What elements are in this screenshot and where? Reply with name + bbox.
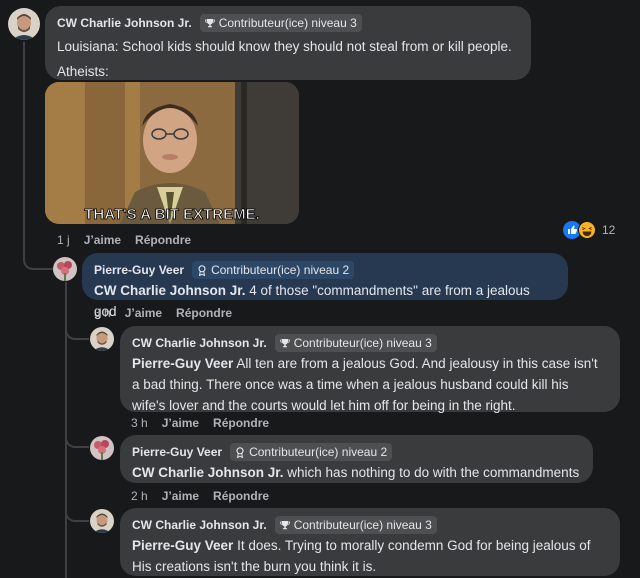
medal-icon — [198, 264, 206, 276]
comment-time[interactable]: 1 j — [57, 233, 70, 247]
comment-text: Pierre-Guy Veer It does. Trying to moral… — [132, 535, 608, 556]
comment-bubble: CW Charlie Johnson Jr. Contributeur(ice)… — [120, 326, 620, 413]
thread-connector — [65, 320, 89, 340]
avatar[interactable] — [90, 327, 114, 351]
comment-body: which has nothing to do with the command… — [283, 465, 580, 480]
comment-bubble: CW Charlie Johnson Jr. Contributeur(ice)… — [120, 508, 620, 576]
comment-author[interactable]: CW Charlie Johnson Jr. — [132, 336, 267, 350]
contributor-badge: Contributeur(ice) niveau 2 — [192, 261, 355, 279]
comment-actions: 2 h J’aime Répondre — [131, 489, 269, 503]
medal-icon — [236, 446, 244, 458]
comment-author[interactable]: Pierre-Guy Veer — [132, 445, 222, 459]
badge-label: Contributeur(ice) niveau 3 — [218, 16, 357, 30]
thread-connector — [65, 502, 89, 522]
mention-link[interactable]: Pierre-Guy Veer — [132, 356, 233, 371]
comment-bubble-highlighted: Pierre-Guy Veer Contributeur(ice) niveau… — [82, 253, 568, 319]
contributor-badge: Contributeur(ice) niveau 3 — [274, 516, 437, 534]
reaction-icons — [563, 221, 596, 239]
badge-label: Contributeur(ice) niveau 2 — [211, 263, 350, 277]
comment-text: Pierre-Guy Veer All ten are from a jealo… — [132, 353, 608, 374]
reaction-count: 12 — [602, 223, 616, 237]
comment-actions: 3 h J’aime Répondre — [131, 416, 269, 430]
comment-actions: 3 h J’aime Répondre — [94, 306, 232, 320]
avatar[interactable] — [90, 509, 114, 533]
avatar[interactable] — [8, 8, 40, 40]
trophy-icon — [204, 19, 215, 28]
mention-link[interactable]: Pierre-Guy Veer — [132, 538, 233, 553]
gif-image[interactable]: THAT'S A BIT EXTREME. — [45, 82, 299, 224]
comment-text: a bad thing. There once was a time when … — [132, 377, 569, 392]
thread-connector — [23, 250, 53, 270]
contributor-badge: Contributeur(ice) niveau 2 — [230, 443, 393, 461]
comment-time[interactable]: 3 h — [131, 416, 148, 430]
reply-button[interactable]: Répondre — [135, 233, 191, 247]
thread-line-main — [23, 42, 25, 257]
avatar[interactable] — [90, 436, 114, 460]
comment-text: Louisiana: School kids should know they … — [57, 39, 512, 54]
comment-time[interactable]: 2 h — [131, 489, 148, 503]
thread-connector — [65, 428, 89, 448]
comment-author[interactable]: Pierre-Guy Veer — [94, 263, 184, 277]
badge-label: Contributeur(ice) niveau 2 — [249, 445, 388, 459]
reply-button[interactable]: Répondre — [176, 306, 232, 320]
comment-text: CW Charlie Johnson Jr. which has nothing… — [132, 462, 581, 483]
contributor-badge: Contributeur(ice) niveau 3 — [199, 14, 362, 32]
comment-bubble: Pierre-Guy Veer Contributeur(ice) niveau… — [120, 435, 593, 483]
comment-bubble: CW Charlie Johnson Jr. Contributeur(ice)… — [45, 6, 531, 80]
reply-button[interactable]: Répondre — [213, 416, 269, 430]
comment-text: wife's lover and the courts would let hi… — [132, 398, 516, 413]
like-button[interactable]: J’aime — [162, 416, 199, 430]
trophy-icon — [279, 339, 290, 348]
reply-button[interactable]: Répondre — [213, 489, 269, 503]
badge-label: Contributeur(ice) niveau 3 — [293, 518, 432, 532]
like-button[interactable]: J’aime — [84, 233, 121, 247]
like-button[interactable]: J’aime — [162, 489, 199, 503]
comment-actions: 1 j J’aime Répondre — [57, 233, 191, 247]
mention-link[interactable]: CW Charlie Johnson Jr. — [94, 283, 246, 298]
gif-caption: THAT'S A BIT EXTREME. — [84, 206, 260, 223]
haha-reaction-icon — [578, 221, 596, 239]
comment-author[interactable]: CW Charlie Johnson Jr. — [132, 518, 267, 532]
contributor-badge: Contributeur(ice) niveau 3 — [274, 334, 437, 352]
badge-label: Contributeur(ice) niveau 3 — [293, 336, 432, 350]
avatar[interactable] — [53, 257, 77, 281]
trophy-icon — [279, 521, 290, 530]
comment-text: Atheists: — [57, 64, 109, 79]
mention-link[interactable]: CW Charlie Johnson Jr. — [132, 465, 284, 480]
comment-body: It does. Trying to morally condemn God f… — [233, 538, 591, 553]
like-button[interactable]: J’aime — [125, 306, 162, 320]
reactions-summary[interactable]: 12 — [563, 221, 615, 239]
comment-author[interactable]: CW Charlie Johnson Jr. — [57, 16, 192, 30]
comment-body: All ten are from a jealous God. And jeal… — [233, 356, 598, 371]
comment-text: His creations isn't the burn you think i… — [132, 559, 377, 574]
comment-time[interactable]: 3 h — [94, 306, 111, 320]
